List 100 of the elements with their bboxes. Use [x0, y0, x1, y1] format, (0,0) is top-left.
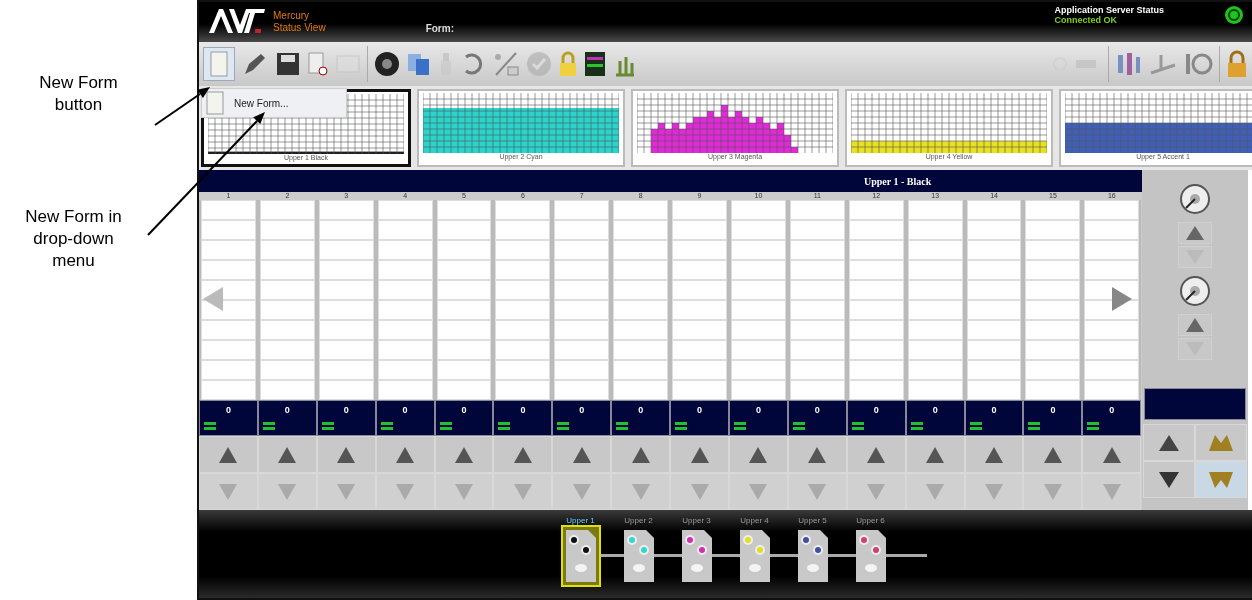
up-arrow-icon — [808, 446, 827, 463]
up-button[interactable] — [316, 436, 376, 473]
right-arrow-icon[interactable] — [1112, 287, 1132, 311]
zone-value: 0 — [461, 405, 467, 415]
zone-cell — [848, 240, 904, 260]
zone-cell — [554, 260, 610, 280]
down-arrow-icon — [808, 483, 827, 500]
zone-cell — [201, 260, 256, 280]
up-button[interactable] — [257, 436, 317, 473]
up-arrow-icon — [1186, 226, 1204, 240]
equals-icon — [262, 422, 275, 430]
io-icon[interactable] — [1183, 51, 1213, 77]
zone-cell — [848, 260, 904, 280]
annotation-text: New Form in drop-down menu — [24, 206, 123, 272]
chart-document-icon[interactable] — [584, 51, 606, 77]
up-button[interactable] — [199, 436, 258, 473]
zone-cell — [259, 300, 315, 320]
lock-icon[interactable] — [1226, 50, 1248, 78]
zone-cell — [377, 260, 433, 280]
up-button[interactable] — [1082, 436, 1142, 473]
up-button[interactable] — [964, 436, 1024, 473]
zone-value: 0 — [284, 405, 290, 415]
down-arrow-icon — [690, 483, 709, 500]
equals-icon — [498, 422, 511, 430]
zone-cell — [436, 220, 492, 240]
zone-value: 0 — [1109, 405, 1115, 415]
up-button[interactable] — [552, 436, 612, 473]
menu-item[interactable]: New Form... — [234, 97, 289, 109]
zone-cell — [259, 260, 315, 280]
printing-unit-button[interactable] — [560, 525, 601, 587]
dial-icon[interactable] — [374, 51, 400, 77]
zone-cell — [966, 300, 1022, 320]
up-arrow-icon — [985, 446, 1003, 463]
zone-cell — [436, 240, 492, 260]
zone-cell — [907, 240, 963, 260]
equals-icon — [380, 422, 393, 430]
equals-icon — [1028, 422, 1041, 430]
zone-value: 0 — [638, 405, 644, 415]
save-icon[interactable] — [275, 51, 301, 77]
zone-cell — [789, 340, 845, 360]
document-icon[interactable] — [307, 51, 329, 77]
zone-cell — [613, 380, 669, 400]
up-button[interactable] — [905, 436, 965, 473]
unit-label: Upper 6 — [856, 516, 885, 525]
new-form-button[interactable] — [203, 47, 235, 81]
zone-cell — [1084, 220, 1140, 240]
up-button[interactable] — [1178, 314, 1212, 336]
zone-cell — [731, 300, 786, 320]
up-arrow-icon — [1102, 446, 1121, 463]
zone-cell — [554, 240, 610, 260]
zone-title: Upper 1 - Black — [864, 175, 932, 187]
zone-cell — [377, 360, 433, 380]
zone-cell — [731, 340, 786, 360]
zone-cell — [259, 360, 315, 380]
up-button[interactable] — [375, 436, 435, 473]
pipes-icon[interactable] — [1115, 51, 1143, 77]
lock-icon[interactable] — [558, 51, 578, 77]
zone-cell — [259, 280, 315, 300]
down-arrow-icon — [1043, 483, 1062, 500]
power-icon[interactable] — [1224, 5, 1244, 25]
gauge-icon[interactable] — [1180, 184, 1210, 214]
zone-cell — [1084, 340, 1140, 360]
zone-cell — [495, 300, 551, 320]
equals-icon — [557, 422, 570, 430]
zone-cell — [436, 300, 492, 320]
zone-cell — [966, 360, 1022, 380]
zone-cell — [1025, 380, 1081, 400]
zone-cell — [966, 240, 1022, 260]
gauge-icon[interactable] — [1180, 276, 1210, 306]
up-button[interactable] — [1023, 436, 1083, 473]
zone-cell — [907, 360, 963, 380]
percent-icon[interactable] — [492, 51, 520, 77]
up-button[interactable] — [787, 436, 847, 473]
zone-cell — [201, 360, 256, 380]
up-button[interactable] — [611, 436, 671, 473]
all-down-button[interactable] — [1143, 461, 1195, 498]
up-button[interactable] — [493, 436, 553, 473]
zone-cell — [318, 200, 374, 220]
all-up-button[interactable] — [1143, 424, 1195, 461]
up-button[interactable] — [434, 436, 494, 473]
copy-icon[interactable] — [406, 51, 432, 77]
zone-value: 0 — [755, 405, 761, 415]
left-arrow-icon[interactable] — [203, 287, 223, 311]
zone-cell — [907, 320, 963, 340]
up-button[interactable] — [1178, 222, 1212, 244]
zone-cell — [495, 280, 551, 300]
check-icon[interactable] — [526, 51, 552, 77]
unit-label: Upper 3 — [682, 516, 711, 525]
zone-cell — [848, 300, 904, 320]
zone-cell — [907, 280, 963, 300]
up-button[interactable] — [846, 436, 906, 473]
zone-cell — [554, 280, 610, 300]
zone-cell — [907, 200, 963, 220]
zone-cell — [1025, 280, 1081, 300]
equals-icon — [616, 422, 629, 430]
up-button[interactable] — [670, 436, 729, 473]
up-button[interactable] — [729, 436, 788, 473]
printing-unit-icon — [563, 528, 598, 584]
up-arrow-icon — [1043, 446, 1062, 463]
zone-cell — [789, 220, 845, 240]
